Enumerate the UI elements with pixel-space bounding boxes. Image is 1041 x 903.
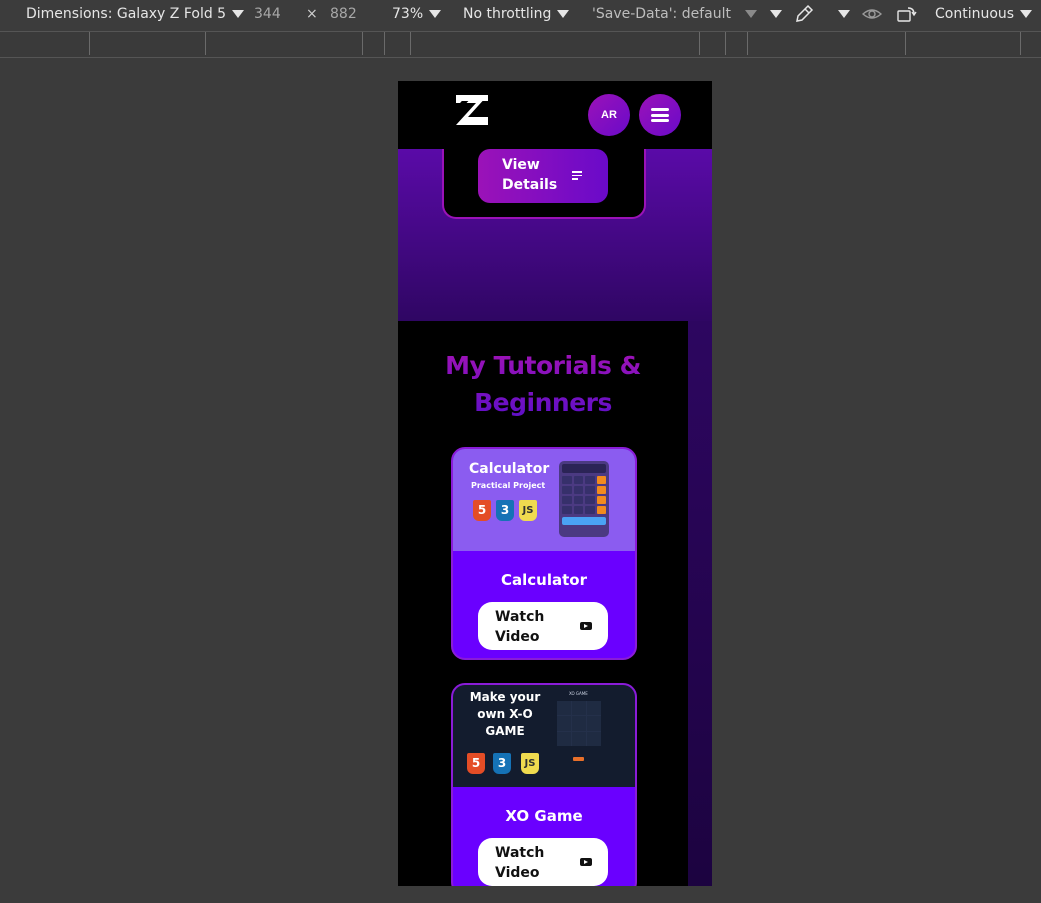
mode-dropdown[interactable]: Continuous [935,6,1033,22]
watch-video-button[interactable]: Watch Video [478,602,608,650]
watch-video-label: Watch Video [495,845,545,881]
ruler-tick [747,32,748,55]
more-options-dropdown[interactable] [764,6,782,22]
site-logo[interactable] [454,93,490,127]
view-details-label: View Details [502,157,558,193]
ruler-tick [205,32,206,55]
chevron-down-icon [838,10,850,18]
css3-icon: 3 [493,753,511,774]
card-title: Calculator [501,571,587,589]
vision-dropdown[interactable] [832,6,850,22]
thumb-heading: Make your own X-O GAME [469,690,541,738]
section-title: My Tutorials & Beginners [398,347,688,421]
ruler-tick [410,32,411,55]
throttling-dropdown[interactable]: No throttling [463,6,570,22]
chevron-down-icon [557,10,570,18]
page-side-strip [688,321,712,886]
restart-icon [573,757,584,761]
tutorial-card-calculator: Calculator Practical Project 5 3 JS Calc… [451,447,637,660]
rotate-icon[interactable] [896,5,918,27]
chevron-down-icon [429,10,442,18]
user-avatar[interactable]: AR [588,94,630,136]
site-header: AR [398,81,712,149]
calculator-illustration [559,461,609,537]
vision-deficiency-icon[interactable] [861,6,883,26]
save-data-dropdown[interactable]: 'Save-Data': default [592,6,757,22]
dimensions-label: Dimensions: Galaxy Z Fold 5 [26,6,227,22]
ruler-tick [89,32,90,55]
width-input[interactable]: 344 [254,6,281,22]
xo-board-illustration [557,701,601,746]
xo-game-label: XO GAME [569,691,588,696]
save-data-label: 'Save-Data': default [592,6,731,22]
card-title: XO Game [505,807,583,825]
html5-icon: 5 [467,753,485,774]
dimensions-dropdown[interactable]: Dimensions: Galaxy Z Fold 5 [26,6,245,22]
css3-icon: 3 [496,500,514,521]
card-body: Calculator Watch Video [453,551,635,658]
xo-game-thumbnail[interactable]: Make your own X-O GAME XO GAME 5 3 JS [453,685,635,787]
javascript-icon: JS [521,753,539,774]
eyedropper-icon[interactable] [794,4,814,28]
ruler-tick [1020,32,1021,55]
card-body: XO Game Watch Video [453,787,635,886]
height-input[interactable]: 882 [330,6,357,22]
zoom-label: 73% [392,6,424,22]
details-lines-icon [572,171,582,182]
media-query-ruler [0,31,1041,58]
watch-video-button[interactable]: Watch Video [478,838,608,886]
chevron-down-icon [744,10,757,18]
chevron-down-icon [232,10,245,18]
ruler-tick [362,32,363,55]
javascript-icon: JS [519,500,537,521]
menu-button[interactable] [639,94,681,136]
youtube-play-icon [580,622,592,630]
ruler-tick [725,32,726,55]
zoom-dropdown[interactable]: 73% [392,6,442,22]
ruler-tick [384,32,385,55]
tutorial-card-xo-game: Make your own X-O GAME XO GAME 5 3 JS XO… [451,683,637,886]
devtools-device-toolbar: Dimensions: Galaxy Z Fold 5 344 × 882 73… [0,0,1041,31]
device-viewport: View Details AR My Tutorials & Beginners… [398,81,712,886]
html5-icon: 5 [473,500,491,521]
watch-video-label: Watch Video [495,609,545,645]
section-title-text: My Tutorials & Beginners [445,351,641,417]
tutorials-section: My Tutorials & Beginners Calculator Prac… [398,321,688,886]
ruler-tick [699,32,700,55]
calculator-thumbnail[interactable]: Calculator Practical Project 5 3 JS [453,449,635,551]
throttling-label: No throttling [463,6,552,22]
chevron-down-icon [1020,10,1033,18]
thumb-subheading: Practical Project [471,481,546,490]
youtube-play-icon [580,858,592,866]
hamburger-icon [651,108,669,122]
thumb-heading: Calculator [469,461,550,477]
times-separator: × [306,6,318,22]
view-details-button[interactable]: View Details [478,149,608,203]
mode-label: Continuous [935,6,1015,22]
ruler-tick [905,32,906,55]
chevron-down-icon [770,10,782,18]
